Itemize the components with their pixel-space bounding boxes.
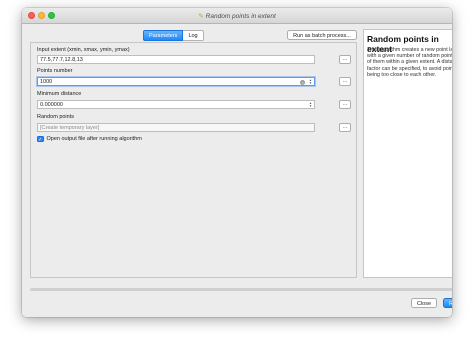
min-distance-input[interactable]: 0.000000 ▴ ▾ — [37, 100, 315, 109]
points-number-input[interactable]: 1000 × ▴ ▾ — [37, 77, 315, 86]
clear-icon[interactable]: × — [300, 80, 305, 85]
min-distance-label: Minimum distance — [37, 91, 82, 97]
tab-parameters[interactable]: Parameters — [143, 30, 184, 41]
parameters-panel: Parameters Log Run as batch process... I… — [30, 30, 357, 278]
points-number-browse-button[interactable]: ... — [339, 77, 351, 86]
run-button[interactable]: Run — [443, 298, 452, 308]
tab-log[interactable]: Log — [183, 30, 204, 41]
extent-label: Input extent (xmin, xmax, ymin, ymax) — [37, 47, 130, 53]
open-output-row[interactable]: ✓ Open output file after running algorit… — [37, 135, 142, 143]
help-text: This algorithm creates a new point layer… — [367, 47, 452, 78]
tab-bar: Parameters Log — [143, 30, 204, 41]
help-panel: Random points in extent This algorithm c… — [363, 29, 452, 278]
open-output-checkbox[interactable]: ✓ — [37, 135, 44, 143]
output-browse-button[interactable]: ... — [339, 123, 351, 132]
dialog-window: ✎ Random points in extent Parameters Log … — [22, 8, 452, 317]
pencil-icon: ✎ — [198, 13, 204, 20]
close-button[interactable]: Close — [411, 298, 437, 308]
spinbox-stepper[interactable]: ▴ ▾ — [308, 101, 313, 109]
progress-bar — [30, 288, 452, 291]
extent-input[interactable]: 77.5,77.7,12.8,13 — [37, 55, 315, 64]
run-as-batch-button[interactable]: Run as batch process... — [287, 30, 357, 40]
spinbox-stepper[interactable]: ▴ ▾ — [308, 78, 313, 86]
min-distance-browse-button[interactable]: ... — [339, 100, 351, 109]
open-output-label: Open output file after running algorithm — [46, 136, 142, 142]
parameters-form: Input extent (xmin, xmax, ymin, ymax) 77… — [30, 42, 357, 278]
random-points-label: Random points — [37, 114, 74, 120]
points-number-label: Points number — [37, 68, 73, 74]
extent-browse-button[interactable]: ... — [339, 55, 351, 64]
window-title: ✎ Random points in extent — [198, 13, 276, 20]
output-layer-input[interactable]: [Create temporary layer] — [37, 123, 315, 132]
title-bar: ✎ Random points in extent — [22, 8, 452, 24]
